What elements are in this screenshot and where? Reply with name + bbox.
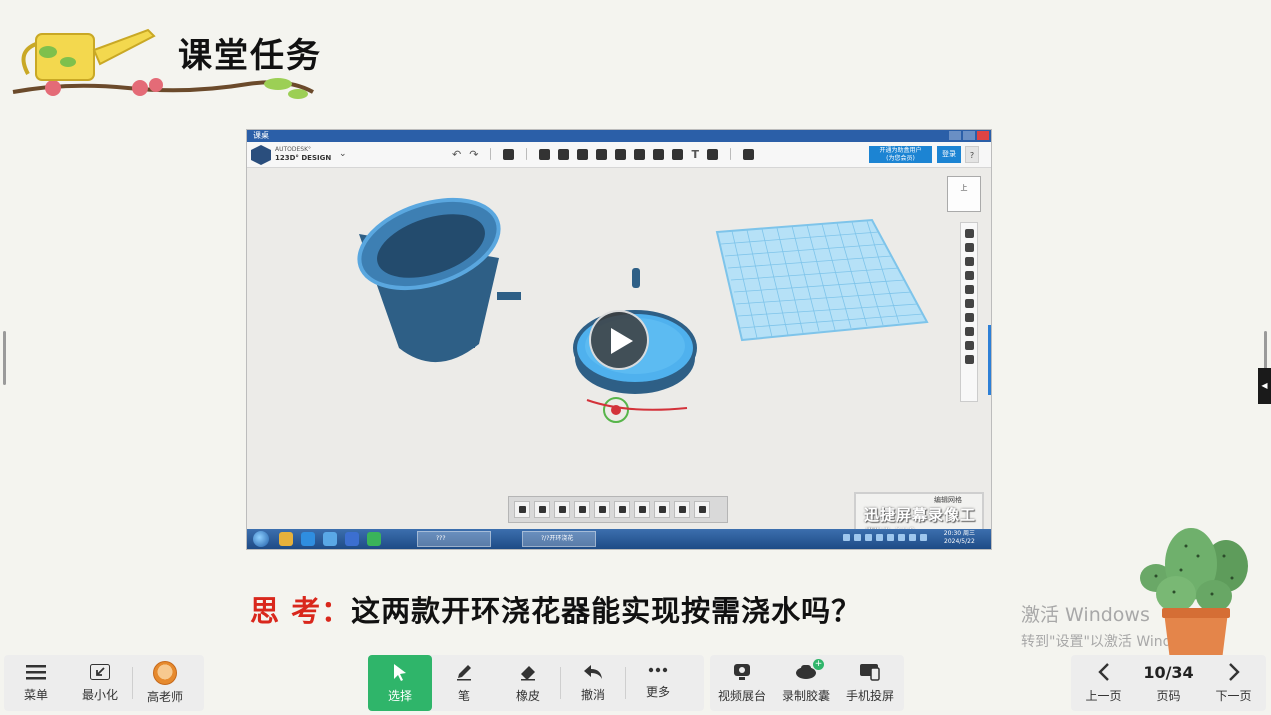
window-title: 课桌 <box>253 131 269 140</box>
page-number: 10/34 <box>1143 662 1194 682</box>
cursor-icon <box>394 663 406 681</box>
video-booth-button[interactable]: 视频展台 <box>710 655 774 711</box>
toolbar-media-group: 视频展台 + 录制胶囊 手机投屏 <box>710 655 904 711</box>
app-help-button: ? <box>965 146 979 163</box>
window-controls <box>949 131 989 140</box>
prev-page-button[interactable]: 上一页 <box>1071 655 1136 711</box>
chevron-left-icon <box>1097 662 1109 681</box>
record-capsule-button[interactable]: + 录制胶囊 <box>774 655 838 711</box>
phone-cast-icon <box>860 663 880 681</box>
question-prefix: 思 考： <box>250 594 352 628</box>
record-capsule-label: 录制胶囊 <box>781 688 830 703</box>
play-icon <box>611 328 633 354</box>
grid-plane-model <box>715 218 929 342</box>
toolbar-tools-group: 选择 笔 橡皮 撤消 更多 <box>368 655 704 711</box>
record-badge: + <box>813 659 824 670</box>
video-booth-label: 视频展台 <box>717 688 766 703</box>
side-panel-toggle[interactable]: ◀ <box>1258 368 1271 404</box>
slide-title: 课堂任务 <box>178 36 322 76</box>
menu-button[interactable]: 菜单 <box>4 655 68 711</box>
phone-cast-button[interactable]: 手机投屏 <box>838 655 902 711</box>
windows-taskbar: ??? ?/?开环浇花 20:30 周三 2024/5/22 <box>247 529 991 549</box>
taskbar-task-1: ??? <box>417 531 491 547</box>
undo-button[interactable]: 撤消 <box>561 655 625 711</box>
minimize-label: 最小化 <box>81 687 118 702</box>
taskbar-apps <box>279 532 381 546</box>
question-text: 思 考：这两款开环浇花器能实现按需浇水吗？ <box>250 588 861 630</box>
chevron-right-icon <box>1228 662 1240 681</box>
app-brand: AUTODESK° 123D° DESIGN <box>275 146 332 162</box>
avatar-icon <box>153 661 177 685</box>
app-bottom-tools <box>508 496 728 523</box>
phone-cast-label: 手机投屏 <box>845 688 894 703</box>
pen-label: 笔 <box>457 688 470 703</box>
play-button[interactable] <box>589 310 649 370</box>
taskbar-task-2: ?/?开环浇花 <box>522 531 596 547</box>
app-login-button: 登录 <box>937 146 961 163</box>
peg-model <box>632 268 640 288</box>
autodesk-logo-icon <box>251 145 271 165</box>
chevron-down-icon: ⌄ <box>339 149 347 159</box>
pager: 上一页 10/34 页码 下一页 <box>1071 655 1266 711</box>
undo-icon <box>584 664 602 679</box>
camera-icon <box>734 663 750 680</box>
app-tool-icons: ↶ ↷ T <box>452 148 754 160</box>
more-icon <box>648 667 668 672</box>
more-button[interactable]: 更多 <box>626 655 690 711</box>
app-open-button: 开通为助盒用户 (为您会员) <box>869 146 932 163</box>
minimize-icon <box>90 663 110 680</box>
right-edge-handle[interactable] <box>1264 331 1267 369</box>
minimize-button[interactable]: 最小化 <box>68 655 132 711</box>
page-indicator[interactable]: 10/34 页码 <box>1136 655 1201 711</box>
pen-icon <box>457 664 471 680</box>
menu-label: 菜单 <box>23 687 48 702</box>
next-page-button[interactable]: 下一页 <box>1201 655 1266 711</box>
next-page-label: 下一页 <box>1215 688 1252 703</box>
start-button-icon <box>253 531 269 547</box>
eraser-icon <box>521 665 535 680</box>
select-tool-button[interactable]: 选择 <box>368 655 432 711</box>
cylinder-model <box>357 197 521 363</box>
left-edge-handle[interactable] <box>3 331 6 385</box>
pen-tool-button[interactable]: 笔 <box>432 655 496 711</box>
page-label: 页码 <box>1156 688 1181 703</box>
app-scroll-indicator <box>988 325 991 395</box>
select-label: 选择 <box>387 688 412 703</box>
taskbar-clock: 20:30 周三 2024/5/22 <box>943 530 975 545</box>
eraser-label: 橡皮 <box>515 688 540 703</box>
teacher-profile-button[interactable]: 高老师 <box>133 655 197 711</box>
eraser-tool-button[interactable]: 橡皮 <box>496 655 560 711</box>
app-toolbar: AUTODESK° 123D° DESIGN ⌄ ↶ ↷ T 开通为助盒用户 (为… <box>247 142 991 168</box>
app-nav-strip <box>960 222 978 402</box>
toolbar-left-group: 菜单 最小化 高老师 <box>4 655 204 711</box>
viewcube: 上 <box>947 176 981 212</box>
video-player[interactable]: 课桌 AUTODESK° 123D° DESIGN ⌄ ↶ ↷ T 开通为助盒用户… <box>246 129 992 550</box>
more-label: 更多 <box>645 684 670 699</box>
system-tray <box>843 534 927 541</box>
window-title-bar: 课桌 <box>247 130 991 142</box>
menu-icon <box>26 664 46 679</box>
prev-page-label: 上一页 <box>1085 688 1122 703</box>
teacher-name: 高老师 <box>146 690 183 704</box>
undo-label: 撤消 <box>580 687 605 702</box>
question-body: 这两款开环浇花器能实现按需浇水吗？ <box>351 594 862 628</box>
